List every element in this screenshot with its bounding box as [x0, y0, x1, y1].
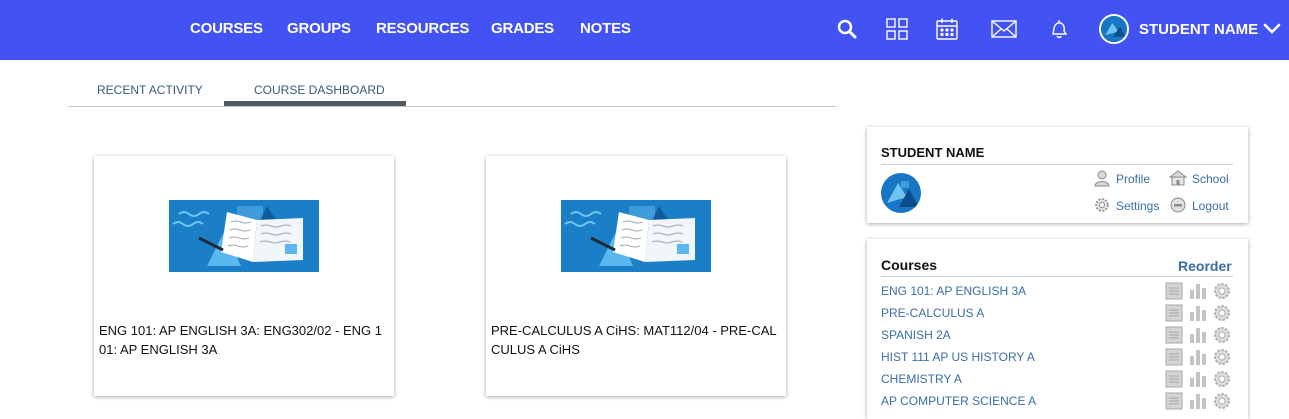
mail-icon[interactable]: [990, 17, 1018, 41]
grades-icon[interactable]: [1164, 369, 1184, 389]
course-link-computer-science[interactable]: AP COMPUTER SCIENCE A: [881, 394, 1036, 408]
active-tab-indicator: [224, 101, 406, 106]
course-card-title[interactable]: PRE-CALCULUS A CiHS: MAT112/04 - PRE-CAL…: [491, 321, 781, 359]
chevron-down-icon[interactable]: [1263, 22, 1281, 36]
stats-icon[interactable]: [1188, 281, 1208, 301]
courses-panel: Courses Reorder ENG 101: AP ENGLISH 3A P…: [867, 239, 1248, 419]
nav-notes[interactable]: NOTES: [580, 20, 631, 37]
divider: [881, 164, 1233, 165]
apps-grid-icon[interactable]: [885, 17, 909, 41]
nav-grades[interactable]: GRADES: [491, 20, 554, 37]
course-link-spanish[interactable]: SPANISH 2A: [881, 328, 951, 342]
search-icon[interactable]: [835, 17, 859, 41]
profile-name: STUDENT NAME: [881, 145, 985, 160]
course-settings-icon[interactable]: [1212, 369, 1232, 389]
divider: [881, 276, 1233, 277]
course-link-eng-101[interactable]: ENG 101: AP ENGLISH 3A: [881, 284, 1026, 298]
top-nav-bar: COURSES GROUPS RESOURCES GRADES NOTES ST…: [0, 0, 1289, 60]
course-settings-icon[interactable]: [1212, 303, 1232, 323]
grades-icon[interactable]: [1164, 347, 1184, 367]
course-settings-icon[interactable]: [1212, 391, 1232, 411]
school-link[interactable]: School: [1192, 172, 1229, 186]
tab-recent-activity[interactable]: RECENT ACTIVITY: [97, 83, 203, 97]
profile-panel: STUDENT NAME Profile School Settings Log…: [867, 127, 1248, 223]
course-settings-icon[interactable]: [1212, 325, 1232, 345]
gear-icon[interactable]: [1093, 196, 1111, 214]
grades-icon[interactable]: [1164, 391, 1184, 411]
course-link-pre-calculus[interactable]: PRE-CALCULUS A: [881, 306, 984, 320]
course-settings-icon[interactable]: [1212, 281, 1232, 301]
calendar-icon[interactable]: [935, 17, 959, 41]
grades-icon[interactable]: [1164, 325, 1184, 345]
user-avatar[interactable]: [1099, 14, 1129, 44]
course-row-actions: [1164, 391, 1234, 411]
stats-icon[interactable]: [1188, 325, 1208, 345]
stats-icon[interactable]: [1188, 391, 1208, 411]
course-settings-icon[interactable]: [1212, 347, 1232, 367]
settings-link[interactable]: Settings: [1116, 199, 1159, 213]
dashboard-tabs: RECENT ACTIVITY COURSE DASHBOARD: [68, 76, 837, 107]
profile-icon[interactable]: [1093, 169, 1111, 187]
profile-link[interactable]: Profile: [1116, 172, 1150, 186]
profile-avatar[interactable]: [881, 173, 921, 213]
tab-course-dashboard[interactable]: COURSE DASHBOARD: [254, 83, 385, 97]
course-card[interactable]: PRE-CALCULUS A CiHS: MAT112/04 - PRE-CAL…: [486, 156, 786, 396]
logout-link[interactable]: Logout: [1192, 199, 1229, 213]
course-row-actions: [1164, 369, 1234, 389]
nav-resources[interactable]: RESOURCES: [376, 20, 469, 37]
stats-icon[interactable]: [1188, 303, 1208, 323]
course-link-chemistry[interactable]: CHEMISTRY A: [881, 372, 962, 386]
stats-icon[interactable]: [1188, 369, 1208, 389]
course-card[interactable]: ENG 101: AP ENGLISH 3A: ENG302/02 - ENG …: [94, 156, 394, 396]
grades-icon[interactable]: [1164, 303, 1184, 323]
nav-courses[interactable]: COURSES: [190, 20, 263, 37]
grades-icon[interactable]: [1164, 281, 1184, 301]
stats-icon[interactable]: [1188, 347, 1208, 367]
courses-heading: Courses: [881, 257, 938, 273]
user-name[interactable]: STUDENT NAME: [1139, 21, 1258, 38]
school-icon[interactable]: [1168, 169, 1188, 187]
nav-groups[interactable]: GROUPS: [287, 20, 351, 37]
course-row-actions: [1164, 325, 1234, 345]
course-row-actions: [1164, 347, 1234, 367]
bell-icon[interactable]: [1047, 17, 1071, 41]
course-image: [169, 200, 319, 272]
course-card-title[interactable]: ENG 101: AP ENGLISH 3A: ENG302/02 - ENG …: [99, 321, 389, 359]
reorder-link[interactable]: Reorder: [1178, 258, 1232, 274]
logout-icon[interactable]: [1169, 196, 1187, 214]
course-row-actions: [1164, 281, 1234, 301]
course-link-us-history[interactable]: HIST 111 AP US HISTORY A: [881, 350, 1035, 364]
course-row-actions: [1164, 303, 1234, 323]
course-image: [561, 200, 711, 272]
